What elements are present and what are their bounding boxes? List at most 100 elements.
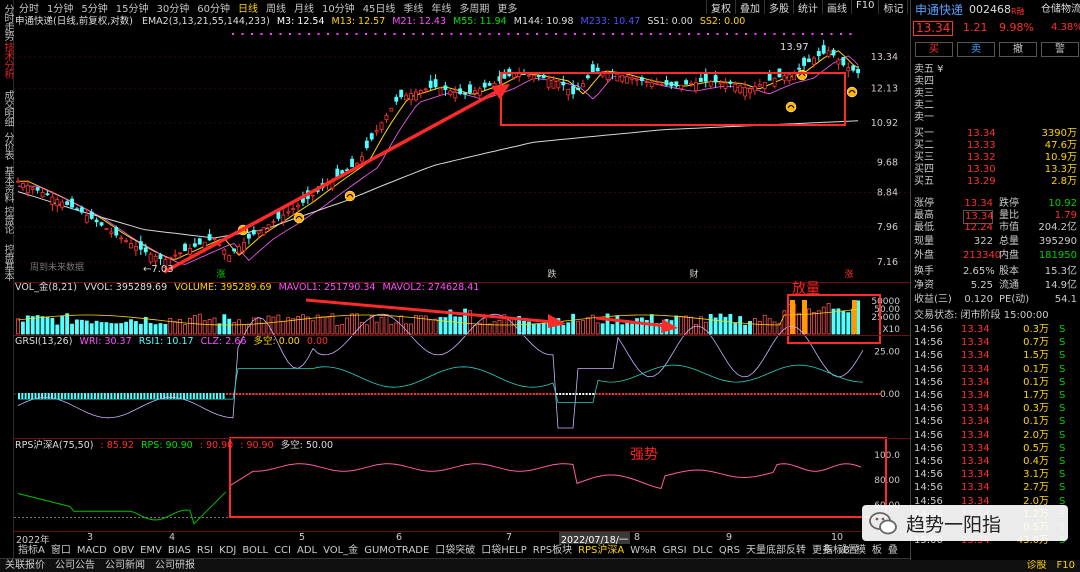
grsi-bar (384, 393, 387, 395)
indicator-tab-3[interactable]: OBV (110, 544, 137, 558)
status-right-0[interactable]: 诊股 (1022, 559, 1052, 572)
quote-value: 5.25 (970, 280, 993, 291)
grsi-bar (631, 393, 634, 395)
grsi-bar (519, 393, 522, 395)
volume-bar (522, 320, 526, 335)
grsi-bar (641, 393, 644, 395)
grsi-bar (67, 393, 70, 399)
quote-value: 54.1 (1054, 294, 1077, 305)
indicator-right-tab-3[interactable]: 叠 (885, 544, 901, 558)
grsi-bar (480, 393, 482, 395)
grsi-bar (582, 393, 585, 395)
signal-dot (792, 33, 795, 35)
quote-value: 13.34 (964, 198, 993, 209)
indicator-tab-19[interactable]: DLC (690, 544, 716, 558)
candle-body (802, 57, 806, 66)
left-tab-3[interactable]: 分价表 (1, 132, 13, 159)
volume-bar (124, 321, 129, 335)
watermark-text: 趋势一阳指 (906, 513, 1002, 536)
price-row: 13.34 1.21 9.98% 4.38% (911, 21, 1080, 36)
tick-row: 14:56 13.34 2.7万 S (911, 482, 1080, 494)
signal-dot (355, 33, 358, 35)
signal-dot (811, 33, 814, 35)
stock-header: 申通快递 002468 R融 仓储物流 (911, 4, 1080, 18)
left-tab-6[interactable]: 控盘基本 (1, 244, 13, 280)
tick-row: 14:56 13.34 0.3万 S (911, 324, 1080, 336)
tick-time: 14:56 (914, 429, 943, 441)
status-link-1[interactable]: 公司公告 (50, 559, 100, 572)
left-tab-0[interactable]: 分时走势 (1, 4, 13, 40)
trade-button-2[interactable]: 撤 (999, 42, 1037, 57)
status-link-2[interactable]: 公司新闻 (100, 559, 150, 572)
left-tab-2[interactable]: 成交明细 (1, 90, 13, 126)
tick-price: 13.34 (961, 376, 990, 388)
indicator-right-tab-1[interactable]: 模 (853, 544, 869, 558)
indicator-tab-15[interactable]: RPS板块 (530, 544, 575, 558)
indicator-tab-9[interactable]: CCI (271, 544, 294, 558)
tick-side: S (1059, 363, 1066, 375)
grsi-bar (140, 393, 143, 399)
order-level-label: 卖四 (914, 76, 934, 87)
grsi-bar (341, 393, 344, 395)
indicator-tab-1[interactable]: 窗口 (48, 544, 74, 558)
indicator-tab-13[interactable]: 口袋突破 (432, 544, 478, 558)
indicator-right-tab-2[interactable]: 板 (869, 544, 885, 558)
grsi-bar (542, 393, 545, 395)
tick-price: 13.34 (961, 416, 990, 428)
trade-button-1[interactable]: 卖 (957, 42, 995, 57)
indicator-right-tabs: 指标B 模板叠 (820, 544, 901, 558)
grsi-bar (767, 393, 770, 395)
volume-bar (256, 317, 261, 335)
grsi-bar (338, 393, 341, 395)
trade-button-0[interactable]: 买 (915, 42, 953, 57)
indicator-tab-10[interactable]: ADL (294, 544, 320, 558)
volume-bar (752, 318, 757, 335)
left-tab-4[interactable]: 基本资料 (1, 166, 13, 202)
volume-bar (75, 319, 79, 335)
grsi-bar (222, 393, 225, 399)
indicator-tab-4[interactable]: EMV (137, 544, 165, 558)
tick-side: S (1059, 390, 1066, 401)
indicator-tab-6[interactable]: RSI (194, 544, 216, 558)
candle-body (487, 83, 492, 86)
left-tab-5[interactable]: 控盘论 (1, 206, 13, 233)
signal-dot (431, 33, 434, 35)
indicator-tab-0[interactable]: 指标A (15, 544, 48, 558)
indicator-tab-7[interactable]: KDJ (216, 544, 239, 558)
grsi-bar (598, 393, 601, 395)
indicator-tab-20[interactable]: QRS (716, 544, 743, 558)
candle-body (119, 237, 124, 240)
indicator-tab-16[interactable]: RPS沪深A (575, 544, 627, 558)
indicator-tab-18[interactable]: GRSI (660, 544, 690, 558)
volume-bar (674, 315, 679, 335)
indicator-tab-2[interactable]: MACD (74, 544, 110, 558)
indicator-tab-12[interactable]: GUMOTRADE (361, 544, 432, 558)
grsi-bar (579, 393, 581, 395)
volume-bar (767, 318, 772, 335)
grsi-bar (796, 393, 799, 395)
indicator-tab-14[interactable]: 口袋HELP (478, 544, 529, 558)
volume-bar (183, 324, 187, 335)
status-right-1[interactable]: F10 (1052, 559, 1080, 572)
tick-time: 14:56 (914, 363, 943, 375)
future-data-label: 周到未来数据 (30, 263, 85, 273)
indicator-tab-21[interactable]: 天量底部反转 (743, 544, 809, 558)
quote-label: 市值 (999, 222, 1019, 233)
indicator-tab-5[interactable]: BIAS (165, 544, 194, 558)
signal-dot (612, 33, 614, 35)
grsi-bar (196, 393, 199, 399)
candle-body (556, 80, 561, 89)
volume-bar (689, 316, 693, 335)
indicator-tab-17[interactable]: W%R (627, 544, 659, 558)
indicator-right-tab-0[interactable]: 指标B (820, 544, 853, 558)
left-tab-1[interactable]: 技术分析 (1, 42, 13, 78)
status-link-3[interactable]: 公司研报 (150, 559, 200, 572)
status-link-0[interactable]: 关联报价 (0, 559, 50, 572)
trade-button-3[interactable]: 警 (1041, 42, 1079, 57)
volume-bar (831, 308, 836, 335)
indicator-tab-8[interactable]: BOLL (239, 544, 271, 558)
grsi-bar (110, 393, 113, 399)
indicator-tab-11[interactable]: VOL_金 (320, 544, 361, 558)
volume-bar (821, 306, 826, 335)
volume-bar (428, 319, 433, 335)
